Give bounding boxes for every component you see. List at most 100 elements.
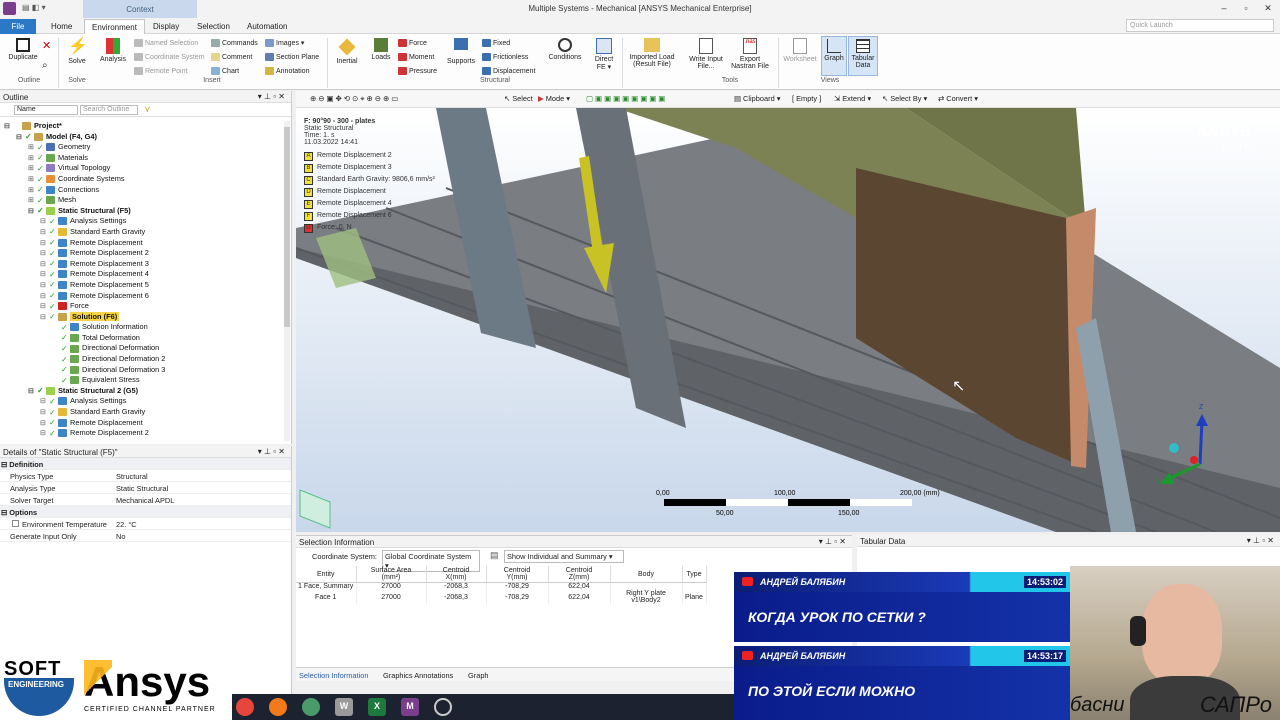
excel-icon[interactable]: X bbox=[368, 698, 386, 716]
tab-selection-information[interactable]: Selection Information bbox=[299, 671, 368, 680]
maximize-button[interactable]: ▫ bbox=[1237, 3, 1255, 15]
expand-icon[interactable]: ⊟ bbox=[40, 408, 49, 416]
tree-item[interactable]: ⊞ ✓ Virtual Topology bbox=[0, 163, 291, 174]
extend-dropdown[interactable]: ⇲ Extend ▾ bbox=[834, 94, 871, 103]
tree-item[interactable]: ✓ Solution Information bbox=[0, 322, 291, 333]
tree-item[interactable]: ⊟ ✓ Remote Displacement bbox=[0, 418, 291, 429]
tree-item[interactable]: ✓ Directional Deformation 3 bbox=[0, 365, 291, 376]
select-by-dropdown[interactable]: ↖ Select By ▾ bbox=[882, 94, 927, 103]
filter-icon[interactable]: ⋎ bbox=[144, 104, 151, 115]
tree-item[interactable]: ⊞ ✓ Geometry bbox=[0, 142, 291, 153]
workbench-icon[interactable] bbox=[302, 698, 320, 716]
images-button[interactable]: Images ▾ bbox=[265, 39, 304, 48]
tabular-data-button[interactable]: Tabular Data bbox=[848, 36, 878, 76]
expand-icon[interactable]: ⊟ bbox=[40, 270, 49, 278]
tree-item[interactable]: ⊞ ✓ Mesh bbox=[0, 195, 291, 206]
tab-automation[interactable]: Automation bbox=[240, 19, 294, 34]
mechanical-icon[interactable]: M bbox=[401, 698, 419, 716]
expand-icon[interactable]: ⊟ bbox=[16, 133, 25, 141]
find-icon[interactable]: ⌕ bbox=[42, 60, 48, 71]
expand-icon[interactable]: ⊟ bbox=[40, 313, 49, 321]
delete-icon[interactable]: ✕ bbox=[42, 39, 51, 52]
supports-button[interactable]: Supports bbox=[442, 38, 480, 65]
tree-item[interactable]: ⊟ ✓ Standard Earth Gravity bbox=[0, 227, 291, 238]
column-header[interactable]: Centroid X(mm) bbox=[426, 566, 487, 583]
outline-scrollbar[interactable] bbox=[284, 121, 290, 441]
named-selection-button[interactable]: Named Selection bbox=[134, 39, 198, 47]
tree-item[interactable]: ✓ Equivalent Stress bbox=[0, 375, 291, 386]
details-row[interactable]: Analysis Type Static Structural bbox=[0, 482, 291, 494]
tree-item[interactable]: ⊟ ✓ Remote Displacement 5 bbox=[0, 280, 291, 291]
mode-dropdown[interactable]: ▶ Mode ▾ bbox=[538, 94, 570, 103]
expand-icon[interactable]: ⊟ bbox=[40, 228, 49, 236]
name-filter-select[interactable]: Name bbox=[14, 105, 78, 115]
quick-launch-input[interactable]: Quick Launch bbox=[1126, 19, 1274, 32]
conditions-button[interactable]: Conditions bbox=[544, 38, 586, 61]
worksheet-button[interactable]: Worksheet bbox=[782, 38, 818, 63]
show-mode-select[interactable]: Show Individual and Summary ▾ bbox=[504, 550, 624, 563]
expand-icon[interactable]: ⊟ bbox=[40, 429, 49, 437]
frictionless-button[interactable]: Frictionless bbox=[482, 53, 528, 61]
expand-icon[interactable]: ⊟ bbox=[40, 302, 49, 310]
moment-button[interactable]: Moment bbox=[398, 53, 434, 61]
wb-icon[interactable]: W bbox=[335, 698, 353, 716]
model-geometry[interactable] bbox=[296, 108, 1280, 532]
tree-item[interactable]: ⊞ ✓ Materials bbox=[0, 153, 291, 164]
details-row[interactable]: Physics Type Structural bbox=[0, 470, 291, 482]
expand-icon[interactable]: ⊟ bbox=[40, 281, 49, 289]
duplicate-button[interactable]: Duplicate bbox=[4, 38, 42, 61]
graphics-viewport[interactable]: F: 90°90 - 300 - plates Static Structura… bbox=[296, 108, 1280, 532]
inertial-button[interactable]: Inertial bbox=[332, 38, 362, 65]
analysis-button[interactable]: Analysis bbox=[96, 38, 130, 63]
tree-item[interactable]: ⊟ Project* bbox=[0, 121, 291, 132]
definition-section[interactable]: ⊟ Definition bbox=[0, 458, 291, 470]
outline-scrollbar-thumb[interactable] bbox=[284, 127, 290, 327]
tree-item[interactable]: ⊟ ✓ Static Structural (F5) bbox=[0, 206, 291, 217]
column-header[interactable]: Centroid Y(mm) bbox=[486, 566, 549, 583]
column-header[interactable]: Centroid Z(mm) bbox=[548, 566, 611, 583]
column-header[interactable]: Type bbox=[682, 566, 707, 583]
tree-item[interactable]: ⊟ ✓ Remote Displacement 2 bbox=[0, 248, 291, 259]
details-row[interactable]: Environment Temperature 22. °C bbox=[0, 518, 291, 530]
tree-item[interactable]: ⊟ ✓ Force bbox=[0, 301, 291, 312]
tree-item[interactable]: ✓ Directional Deformation 2 bbox=[0, 354, 291, 365]
tree-item[interactable]: ✓ Directional Deformation bbox=[0, 343, 291, 354]
expand-icon[interactable]: ⊟ bbox=[40, 397, 49, 405]
zoom-tools-icons[interactable]: ⊕ ⊖ ▣ ✥ ⟲ ⊙ ⌖ ⊕ ⊖ ⊕ ▭ bbox=[310, 94, 398, 104]
expand-icon[interactable]: ⊟ bbox=[40, 217, 49, 225]
pressure-button[interactable]: Pressure bbox=[398, 67, 437, 75]
column-header[interactable]: Surface Area (mm²) bbox=[356, 566, 427, 583]
expand-icon[interactable]: ⊟ bbox=[40, 260, 49, 268]
tab-file[interactable]: File bbox=[0, 19, 36, 34]
panel-controls-icon[interactable]: ▾ ⊥ ▫ ✕ bbox=[819, 537, 846, 546]
options-section[interactable]: ⊟ Options bbox=[0, 506, 291, 518]
tree-item[interactable]: ⊟ ✓ Analysis Settings bbox=[0, 396, 291, 407]
table-row[interactable]: 1 Face, Summary 27000 -2068,3 -708,29 622,04 bbox=[296, 582, 707, 590]
tree-item[interactable]: ⊞ ✓ Connections bbox=[0, 185, 291, 196]
tree-item[interactable]: ⊟ ✓ Remote Displacement 6 bbox=[0, 291, 291, 302]
expand-icon[interactable]: ⊟ bbox=[4, 122, 13, 130]
firefox-icon[interactable] bbox=[269, 698, 287, 716]
tab-environment[interactable]: Environment bbox=[84, 19, 145, 34]
table-row[interactable]: Face 1 27000 -2068,3 -708,29 622,04 Right Y p… bbox=[296, 590, 707, 604]
obs-icon[interactable] bbox=[434, 698, 452, 716]
tree-item[interactable]: ⊟ ✓ Remote Displacement 2 bbox=[0, 428, 291, 439]
tree-item[interactable]: ⊟ ✓ Solution (F6) bbox=[0, 311, 291, 323]
remote-point-button[interactable]: Remote Point bbox=[134, 67, 187, 75]
tree-item[interactable]: ⊟ ✓ Static Structural 2 (G5) bbox=[0, 386, 291, 397]
close-window-button[interactable]: ✕ bbox=[1259, 3, 1277, 15]
expand-icon[interactable]: ⊞ bbox=[28, 196, 37, 204]
tree-item[interactable]: ⊟ ✓ Remote Displacement 3 bbox=[0, 259, 291, 270]
details-row[interactable]: Solver Target Mechanical APDL bbox=[0, 494, 291, 506]
loads-button[interactable]: Loads bbox=[367, 38, 395, 61]
selection-filter-icons[interactable]: ▢ ▣ ▣ ▣ ▣ ▣ ▣ ▣ ▣ bbox=[586, 94, 665, 103]
parameter-checkbox[interactable] bbox=[12, 520, 19, 527]
expand-icon[interactable]: ⊞ bbox=[28, 164, 37, 172]
imported-load-button[interactable]: Imported Load (Result File) bbox=[624, 38, 680, 68]
tree-item[interactable]: ⊟ ✓ Remote Displacement bbox=[0, 238, 291, 249]
expand-icon[interactable]: ⊟ bbox=[28, 387, 37, 395]
commands-button[interactable]: Commands bbox=[211, 39, 258, 47]
minimize-button[interactable]: – bbox=[1215, 3, 1233, 15]
clipboard-dropdown[interactable]: ▤ Clipboard ▾ bbox=[734, 94, 780, 103]
column-header[interactable]: Entity bbox=[296, 566, 357, 583]
